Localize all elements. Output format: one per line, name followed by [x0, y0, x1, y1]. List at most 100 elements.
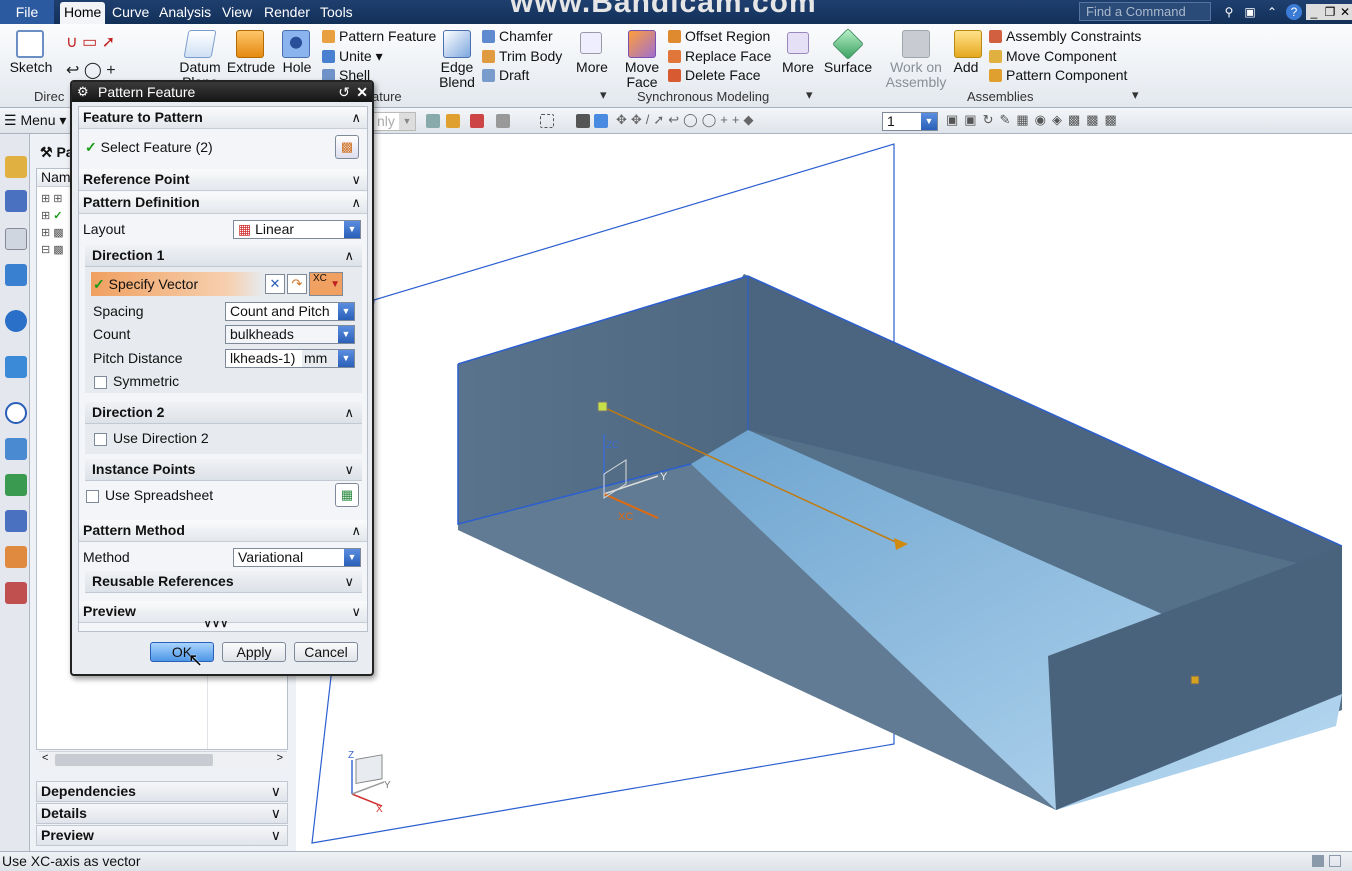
system-scenes-icon[interactable] — [5, 510, 27, 532]
layer-select[interactable]: 1 ▼ — [882, 112, 938, 131]
status-icon-2[interactable] — [1329, 855, 1341, 867]
method-select[interactable]: Variational ▼ — [233, 548, 361, 567]
more-sync-button[interactable]: More — [778, 60, 818, 75]
select-feature-icon[interactable]: ▩ — [335, 135, 359, 159]
reuse-library-icon[interactable] — [5, 264, 27, 286]
pattern-method-section[interactable]: Pattern Method ∧ — [79, 520, 367, 542]
pitch-distance-input[interactable]: lkheads-1) mm ▼ — [225, 349, 355, 368]
pattern-component-button[interactable]: Pattern Component — [989, 67, 1127, 83]
dialog-title-bar[interactable]: ⚙ Pattern Feature ↺ ✕ — [72, 82, 372, 102]
web-browser-icon[interactable] — [5, 310, 27, 332]
scroll-left-icon[interactable]: < — [42, 752, 48, 764]
dependencies-section[interactable]: Dependencies ∨ — [36, 781, 288, 802]
cursor-icon[interactable] — [496, 114, 510, 128]
tab-analysis[interactable]: Analysis — [155, 2, 215, 24]
ok-button[interactable]: OK — [150, 642, 214, 662]
formula-menu-icon[interactable]: ▼ — [338, 350, 354, 367]
instance-points-section[interactable]: Instance Points ∨ — [85, 459, 362, 481]
more-feature-icon[interactable] — [580, 32, 602, 54]
clock-icon[interactable] — [5, 402, 27, 424]
more-options-icon[interactable]: ∨∨∨ — [204, 619, 229, 630]
unite-button[interactable]: Unite ▾ — [322, 48, 383, 65]
status-icon-1[interactable] — [1312, 855, 1324, 867]
hole-icon[interactable] — [282, 30, 310, 58]
move-face-button[interactable]: Move Face — [620, 60, 664, 90]
minimize-icon[interactable]: _ — [1306, 4, 1322, 20]
curve-tools-icon[interactable]: ∪ ▭ ➚ — [66, 32, 115, 52]
tab-render[interactable]: Render — [260, 2, 314, 24]
delete-face-button[interactable]: Delete Face — [668, 67, 760, 83]
spacing-select[interactable]: Count and Pitch ▼ — [225, 302, 355, 321]
surface-button[interactable]: Surface — [822, 60, 874, 75]
snap-icon[interactable] — [426, 114, 440, 128]
chamfer-button[interactable]: Chamfer — [482, 28, 553, 44]
scroll-right-icon[interactable]: > — [277, 752, 283, 764]
model-view[interactable]: Y XC ZC Z Y X — [296, 134, 1352, 851]
extrude-button[interactable]: Extrude — [226, 60, 276, 75]
assembly-constraints-button[interactable]: Assembly Constraints — [989, 28, 1141, 44]
direction1-section[interactable]: Direction 1 ∧ — [85, 245, 362, 267]
extrude-icon[interactable] — [236, 30, 264, 58]
cancel-button[interactable]: Cancel — [294, 642, 358, 662]
tab-curve[interactable]: Curve — [108, 2, 153, 24]
instance-point-marker[interactable] — [1190, 675, 1200, 685]
layout-select[interactable]: ▦ Linear ▼ — [233, 220, 361, 239]
vector-dialog-icon[interactable]: ↷ — [287, 274, 307, 294]
fullscreen-icon[interactable]: ▣ — [1242, 4, 1258, 20]
cube-icon[interactable] — [594, 114, 608, 128]
sync-group-menu-icon[interactable]: ▾ — [806, 87, 813, 103]
add-component-button[interactable]: Add — [950, 60, 982, 75]
select-all-icon[interactable] — [470, 114, 484, 128]
reusable-references-section[interactable]: Reusable References ∨ — [85, 571, 362, 593]
selection-intent-icon[interactable] — [446, 114, 460, 128]
use-spreadsheet-checkbox[interactable] — [86, 490, 99, 503]
type-filter-select[interactable]: nly ▼ — [372, 112, 416, 131]
more-sync-icon[interactable] — [787, 32, 809, 54]
hole-button[interactable]: Hole — [278, 60, 316, 75]
preview-section[interactable]: Preview ∨ — [36, 825, 288, 846]
more-feature-button[interactable]: More — [572, 60, 612, 75]
gear-icon[interactable]: ⚙ — [77, 82, 89, 102]
file-menu[interactable]: File — [0, 0, 54, 24]
direction2-section[interactable]: Direction 2 ∧ — [85, 402, 362, 424]
datum-plane-icon[interactable] — [183, 30, 217, 58]
find-command-input[interactable]: Find a Command — [1079, 2, 1211, 21]
xc-vector-select[interactable]: XC ▼ — [309, 272, 343, 296]
constraint-navigator-icon[interactable] — [5, 228, 27, 250]
graphics-window[interactable]: Y XC ZC Z Y X — [296, 134, 1352, 851]
part-navigator-icon[interactable] — [5, 156, 27, 178]
snap-point-icons[interactable]: ✥✥/➚↩◯◯++◆ — [616, 112, 757, 128]
add-component-icon[interactable] — [954, 30, 982, 58]
apply-button[interactable]: Apply — [222, 642, 286, 662]
tree-nodes[interactable]: ⊞ ⊞ ⊞ ✓ ⊞ ▩ ⊟ ▩ — [41, 191, 64, 259]
spreadsheet-icon[interactable]: ▦ — [335, 483, 359, 507]
details-section[interactable]: Details ∨ — [36, 803, 288, 824]
trim-body-button[interactable]: Trim Body — [482, 48, 562, 64]
reset-icon[interactable]: ↺ — [338, 82, 350, 102]
view-icon[interactable] — [576, 114, 590, 128]
pattern-definition-section[interactable]: Pattern Definition ∧ — [79, 192, 367, 214]
replace-face-button[interactable]: Replace Face — [668, 48, 771, 64]
close-icon[interactable]: ✕ — [1337, 4, 1352, 20]
start-point-marker[interactable] — [597, 401, 608, 412]
reverse-direction-icon[interactable]: ✕ — [265, 274, 285, 294]
use-direction2-checkbox[interactable] — [94, 433, 107, 446]
select-feature-row[interactable]: ✓ Select Feature (2) — [85, 139, 213, 156]
report-icon[interactable] — [5, 582, 27, 604]
formula-menu-icon[interactable]: ▼ — [338, 326, 354, 343]
horizontal-scrollbar[interactable]: < > — [39, 751, 287, 768]
rectangle-select-icon[interactable] — [540, 114, 554, 128]
assemblies-group-menu-icon[interactable]: ▾ — [1132, 87, 1139, 103]
edge-blend-icon[interactable] — [443, 30, 471, 58]
symmetric-checkbox[interactable] — [94, 376, 107, 389]
pattern-feature-button[interactable]: Pattern Feature — [322, 28, 436, 44]
help-icon[interactable]: ? — [1286, 4, 1302, 20]
count-input[interactable]: bulkheads ▼ — [225, 325, 355, 344]
process-studio-icon[interactable] — [5, 438, 27, 460]
view-tools-icons[interactable]: ▣▣↻✎▦◉◈▩▩▩ — [946, 112, 1123, 128]
menu-button[interactable]: ☰ Menu ▾ — [4, 112, 66, 129]
tab-view[interactable]: View — [218, 2, 256, 24]
roles-icon[interactable] — [5, 474, 27, 496]
tab-home[interactable]: Home — [60, 2, 106, 24]
search-icon[interactable]: ⚲ — [1221, 4, 1237, 20]
